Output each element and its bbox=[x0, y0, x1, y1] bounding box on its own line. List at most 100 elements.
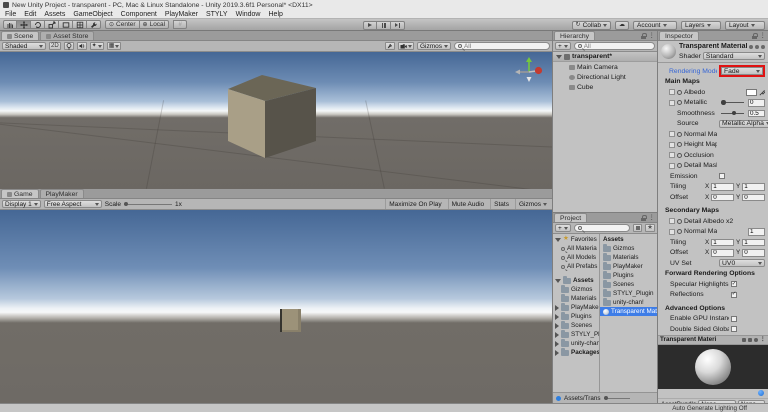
foldout-closed-icon[interactable] bbox=[555, 313, 559, 320]
mute-audio-button[interactable]: Mute Audio bbox=[447, 199, 488, 209]
menu-component[interactable]: Component bbox=[121, 11, 157, 18]
slider-knob[interactable] bbox=[721, 100, 726, 105]
metallic-value-field[interactable] bbox=[748, 99, 765, 107]
move-tool-button[interactable] bbox=[17, 20, 31, 29]
list-item-styly-plugin[interactable]: STYLY_Plugin bbox=[600, 289, 657, 298]
favorite-search-button[interactable]: ★ bbox=[645, 224, 655, 232]
cloud-button[interactable]: ☁ bbox=[615, 20, 629, 30]
target-icon[interactable] bbox=[677, 163, 682, 169]
scene-grid-dropdown[interactable]: ▦ bbox=[106, 42, 122, 50]
hierarchy-item-main-camera[interactable]: Main Camera bbox=[553, 62, 657, 72]
2d-toggle-button[interactable]: 2D bbox=[49, 42, 61, 50]
search-by-type-button[interactable] bbox=[633, 224, 643, 232]
target-icon[interactable] bbox=[677, 100, 682, 106]
project-search-input[interactable] bbox=[583, 224, 627, 232]
source-dropdown[interactable]: Metallic Alpha bbox=[719, 119, 768, 128]
scene-search[interactable] bbox=[454, 42, 550, 50]
eyedropper-icon[interactable] bbox=[759, 89, 765, 96]
maximize-on-play-button[interactable]: Maximize On Play bbox=[385, 199, 444, 209]
tree-folder-plugins[interactable]: Plugins bbox=[553, 312, 599, 321]
menu-playmaker[interactable]: PlayMaker bbox=[165, 11, 198, 18]
scene-camera-dropdown[interactable] bbox=[397, 42, 414, 50]
foldout-open-icon[interactable] bbox=[555, 278, 561, 283]
offset-y-field[interactable] bbox=[742, 193, 765, 201]
reflections-checkbox[interactable]: ✓ bbox=[731, 291, 737, 298]
hierarchy-create-dropdown[interactable]: + bbox=[555, 42, 571, 50]
secondary-offset-y-field[interactable] bbox=[742, 249, 765, 257]
secondary-tiling-x-field[interactable] bbox=[711, 238, 734, 246]
scene-lighting-button[interactable] bbox=[63, 42, 74, 50]
space-toggle-button[interactable]: ⊕ Local bbox=[139, 20, 170, 29]
lock-icon[interactable] bbox=[751, 32, 758, 39]
scene-orientation-gizmo[interactable] bbox=[514, 55, 544, 85]
menu-window[interactable]: Window bbox=[236, 11, 261, 18]
list-item-plugins[interactable]: Plugins bbox=[600, 271, 657, 280]
pause-button[interactable] bbox=[377, 20, 391, 30]
tab-project[interactable]: Project bbox=[554, 213, 588, 222]
target-icon[interactable] bbox=[677, 152, 682, 158]
target-icon[interactable] bbox=[677, 142, 682, 148]
emission-checkbox[interactable] bbox=[719, 173, 725, 180]
hierarchy-search-input[interactable] bbox=[583, 42, 651, 50]
shader-dropdown[interactable]: Standard bbox=[702, 52, 765, 60]
hand-tool-button[interactable] bbox=[3, 20, 17, 29]
menu-help[interactable]: Help bbox=[269, 11, 283, 18]
smoothness-slider[interactable] bbox=[721, 110, 744, 116]
menu-assets[interactable]: Assets bbox=[44, 11, 65, 18]
asset-zoom-slider[interactable] bbox=[603, 395, 630, 400]
stats-button[interactable]: Stats bbox=[490, 199, 512, 209]
play-button[interactable] bbox=[363, 20, 377, 30]
menu-edit[interactable]: Edit bbox=[24, 11, 36, 18]
menu-icon[interactable]: ⋮ bbox=[760, 32, 767, 40]
rendering-mode-dropdown[interactable]: Fade bbox=[721, 67, 763, 76]
lock-icon[interactable] bbox=[640, 214, 647, 221]
game-viewport[interactable] bbox=[0, 210, 552, 403]
favorites-root[interactable]: ★ Favorites bbox=[553, 235, 599, 244]
preview-menu-icon[interactable]: ⋮ bbox=[760, 336, 767, 343]
layers-dropdown[interactable]: Layers bbox=[681, 20, 721, 30]
tab-asset-store[interactable]: Asset Store bbox=[40, 31, 95, 40]
favorite-all-prefabs[interactable]: All Prefabs bbox=[553, 262, 599, 271]
secondary-tiling-y-field[interactable] bbox=[742, 238, 765, 246]
grid-snap-button[interactable]: # bbox=[173, 20, 188, 29]
scene-header-row[interactable]: transparent* bbox=[553, 52, 657, 62]
packages-root[interactable]: Packages bbox=[553, 348, 599, 357]
tree-folder-playmaker[interactable]: PlayMaker bbox=[553, 303, 599, 312]
material-preview[interactable] bbox=[658, 344, 768, 389]
scene-viewport[interactable] bbox=[0, 52, 552, 189]
foldout-open-icon[interactable] bbox=[555, 237, 561, 242]
list-item-transparent-material[interactable]: Transparent Material bbox=[600, 307, 657, 316]
draw-mode-dropdown[interactable]: Shaded bbox=[2, 42, 46, 50]
tab-hierarchy[interactable]: Hierarchy bbox=[554, 31, 596, 40]
texture-slot[interactable] bbox=[669, 141, 675, 148]
scene-audio-button[interactable] bbox=[76, 42, 87, 50]
tree-folder-scenes[interactable]: Scenes bbox=[553, 321, 599, 330]
pivot-toggle-button[interactable]: ⊙ Center bbox=[105, 20, 140, 29]
scene-tools-button[interactable] bbox=[384, 42, 395, 50]
list-item-unity-chan[interactable]: unity-chan! bbox=[600, 298, 657, 307]
list-item-scenes[interactable]: Scenes bbox=[600, 280, 657, 289]
metallic-slider[interactable] bbox=[721, 100, 744, 105]
tiling-x-field[interactable] bbox=[711, 183, 734, 191]
scale-slider[interactable] bbox=[124, 201, 172, 206]
scene-gizmos-dropdown[interactable]: Gizmos bbox=[416, 42, 451, 50]
transform-tool-button[interactable] bbox=[73, 20, 87, 29]
smoothness-value-field[interactable] bbox=[748, 109, 765, 117]
tab-game[interactable]: Game bbox=[1, 189, 39, 198]
hierarchy-item-cube[interactable]: Cube bbox=[553, 82, 657, 92]
scene-search-input[interactable] bbox=[464, 42, 546, 50]
favorite-all-models[interactable]: All Models bbox=[553, 253, 599, 262]
foldout-open-icon[interactable] bbox=[556, 54, 562, 59]
rect-tool-button[interactable] bbox=[59, 20, 73, 29]
gpu-instancing-checkbox[interactable] bbox=[731, 315, 737, 322]
preview-play-icon[interactable] bbox=[741, 337, 746, 342]
texture-slot[interactable] bbox=[669, 228, 675, 235]
collab-dropdown[interactable]: ↻ Collab bbox=[571, 20, 611, 30]
albedo-color-swatch[interactable] bbox=[746, 88, 757, 96]
list-item-playmaker[interactable]: PlayMaker bbox=[600, 262, 657, 271]
tree-folder-gizmos[interactable]: Gizmos bbox=[553, 285, 599, 294]
project-create-dropdown[interactable]: + bbox=[555, 224, 571, 232]
menu-gameobject[interactable]: GameObject bbox=[73, 11, 112, 18]
tiling-y-field[interactable] bbox=[742, 183, 765, 191]
specular-highlights-checkbox[interactable]: ✓ bbox=[731, 281, 737, 288]
